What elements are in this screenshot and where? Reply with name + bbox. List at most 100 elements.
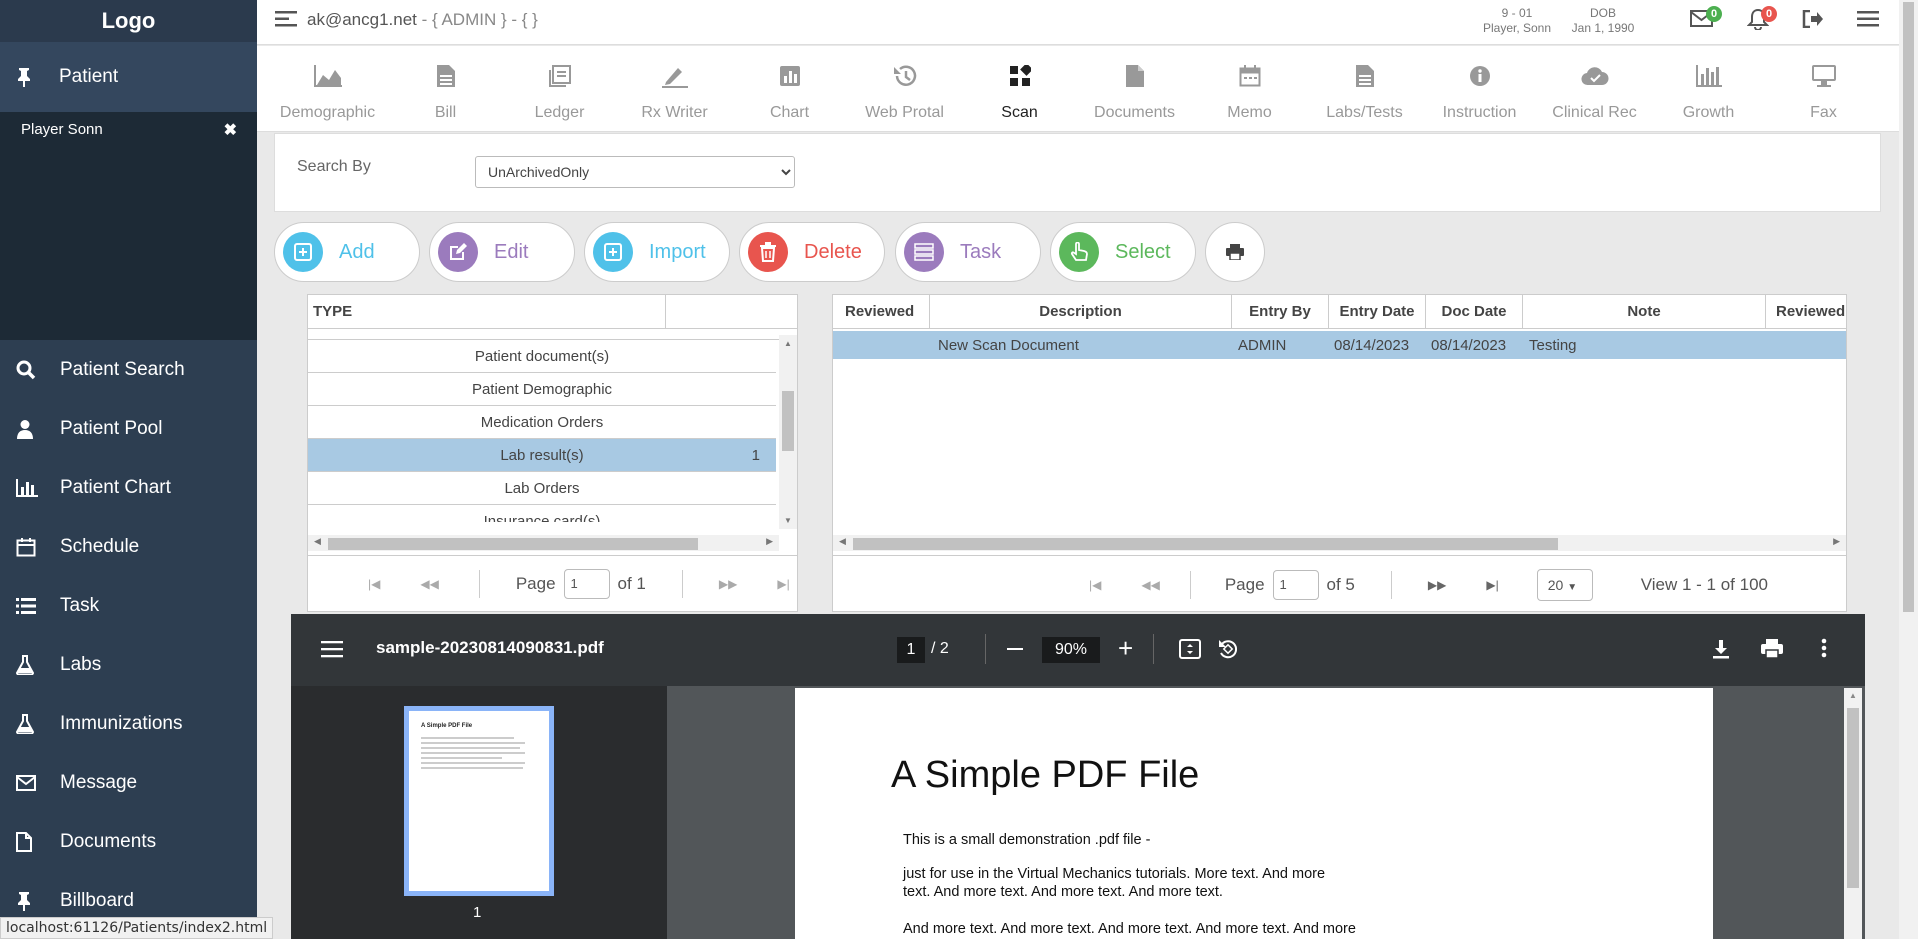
scroll-right-arrow-icon[interactable]: ▶	[766, 536, 773, 547]
prev-page-icon[interactable]: ◀◀	[1141, 578, 1159, 592]
logout-icon[interactable]	[1802, 10, 1824, 28]
document-grid-horizontal-scrollbar[interactable]: ◀ ▶	[833, 535, 1846, 551]
hamburger-menu-icon[interactable]	[275, 10, 297, 28]
more-options-icon[interactable]	[1821, 638, 1827, 658]
next-page-icon[interactable]: ▶▶	[719, 577, 737, 591]
tab-fax[interactable]: Fax	[1766, 60, 1881, 122]
type-row-selected[interactable]: Lab result(s) 1	[308, 439, 776, 472]
type-grid-vertical-scrollbar[interactable]: ▲ ▼	[779, 335, 797, 529]
tab-documents[interactable]: Documents	[1077, 60, 1192, 122]
type-column-header[interactable]: TYPE	[308, 295, 666, 328]
scroll-up-arrow-icon[interactable]: ▲	[784, 339, 792, 348]
pdf-page-input[interactable]: 1	[897, 637, 925, 663]
sidebar-item-task[interactable]: Task	[0, 576, 257, 635]
zoom-out-icon[interactable]	[1007, 648, 1023, 650]
pdf-menu-icon[interactable]	[321, 640, 343, 658]
prev-page-icon[interactable]: ◀◀	[420, 577, 438, 591]
last-page-icon[interactable]: ▶|	[777, 577, 789, 591]
user-icon	[16, 417, 44, 441]
sidebar-item-patient-chart[interactable]: Patient Chart	[0, 458, 257, 517]
print-button[interactable]	[1205, 222, 1265, 282]
tab-rx-writer[interactable]: Rx Writer	[617, 60, 732, 122]
tab-instruction[interactable]: Instruction	[1422, 60, 1537, 122]
fit-page-icon[interactable]	[1179, 639, 1201, 659]
sidebar-item-schedule[interactable]: Schedule	[0, 517, 257, 576]
pdf-zoom-input[interactable]: 90%	[1042, 637, 1100, 663]
type-grid-horizontal-scrollbar[interactable]: ◀ ▶	[308, 535, 779, 551]
col-header-entry-date[interactable]: Entry Date	[1329, 295, 1426, 328]
mail-button[interactable]: 0	[1690, 6, 1722, 28]
task-button[interactable]: Task	[895, 222, 1041, 282]
pdf-vertical-scrollbar[interactable]: ▲	[1844, 688, 1862, 939]
info-icon	[1422, 60, 1537, 92]
tab-demographic[interactable]: Demographic	[270, 60, 385, 122]
import-button[interactable]: Import	[584, 222, 730, 282]
menu-icon[interactable]	[1857, 10, 1879, 28]
scroll-thumb[interactable]	[1847, 708, 1859, 888]
tab-bill[interactable]: Bill	[388, 60, 503, 122]
open-patient-name[interactable]: Player Sonn	[21, 121, 103, 138]
tab-memo[interactable]: Memo	[1192, 60, 1307, 122]
scroll-up-arrow-icon[interactable]: ▲	[1849, 691, 1857, 700]
scroll-right-arrow-icon[interactable]: ▶	[1833, 536, 1840, 547]
type-row[interactable]: Medication Orders	[308, 406, 776, 439]
next-page-icon[interactable]: ▶▶	[1428, 578, 1446, 592]
search-by-select[interactable]: UnArchivedOnly	[475, 156, 795, 188]
first-page-icon[interactable]: |◀	[1089, 578, 1101, 592]
col-header-reviewed[interactable]: Reviewed	[833, 295, 930, 328]
pdf-thumbnail-page-1[interactable]: A Simple PDF File	[404, 706, 554, 896]
close-icon[interactable]: ✖	[224, 120, 237, 140]
type-row[interactable]: Lab Orders	[308, 472, 776, 505]
pen-icon	[617, 60, 732, 92]
sidebar-item-documents[interactable]: Documents	[0, 812, 257, 871]
add-button[interactable]: Add	[274, 222, 420, 282]
page-input[interactable]: 1	[1272, 570, 1319, 600]
rotate-icon[interactable]	[1217, 638, 1239, 660]
col-header-entry-by[interactable]: Entry By	[1232, 295, 1329, 328]
col-header-note[interactable]: Note	[1523, 295, 1766, 328]
first-page-icon[interactable]: |◀	[368, 577, 380, 591]
scroll-left-arrow-icon[interactable]: ◀	[314, 536, 321, 547]
print-icon[interactable]	[1761, 639, 1783, 659]
sidebar-item-patient-pool[interactable]: Patient Pool	[0, 399, 257, 458]
tab-clinical-rec[interactable]: Clinical Rec	[1537, 60, 1652, 122]
flask-icon	[16, 653, 44, 677]
sidebar-item-message[interactable]: Message	[0, 753, 257, 812]
zoom-in-icon[interactable]: +	[1118, 633, 1133, 663]
scroll-thumb[interactable]	[1903, 2, 1914, 612]
sidebar-item-immunizations[interactable]: Immunizations	[0, 694, 257, 753]
sidebar-item-patient-search[interactable]: Patient Search	[0, 340, 257, 399]
page-size-select[interactable]: 20 ▼	[1536, 569, 1593, 601]
col-header-reviewed-2[interactable]: Reviewed	[1766, 295, 1846, 328]
page-input[interactable]: 1	[563, 569, 610, 599]
page-size-value: 20	[1547, 577, 1564, 593]
type-row[interactable]: Patient document(s)	[308, 340, 776, 373]
pdf-line: just for use in the Virtual Mechanics tu…	[903, 866, 1326, 882]
sidebar-item-patient[interactable]: Patient	[0, 42, 257, 112]
scroll-thumb[interactable]	[328, 538, 698, 550]
scroll-thumb[interactable]	[853, 538, 1558, 550]
notification-button[interactable]: 0	[1747, 6, 1777, 30]
last-page-icon[interactable]: ▶|	[1486, 578, 1498, 592]
tab-growth[interactable]: Growth	[1651, 60, 1766, 122]
pdf-toolbar: sample-20230814090831.pdf 1 / 2 90% +	[291, 614, 1865, 686]
scroll-down-arrow-icon[interactable]: ▼	[784, 516, 792, 525]
sidebar-item-labs[interactable]: Labs	[0, 635, 257, 694]
tab-scan[interactable]: Scan	[962, 60, 1077, 122]
tab-web-protal[interactable]: Web Protal	[847, 60, 962, 122]
document-row[interactable]: New Scan Document ADMIN 08/14/2023 08/14…	[833, 331, 1846, 359]
type-row[interactable]: Patient Demographic	[308, 373, 776, 406]
tab-ledger[interactable]: Ledger	[502, 60, 617, 122]
tab-chart[interactable]: Chart	[732, 60, 847, 122]
scroll-left-arrow-icon[interactable]: ◀	[839, 536, 846, 547]
col-header-description[interactable]: Description	[930, 295, 1232, 328]
download-icon[interactable]	[1712, 639, 1730, 659]
delete-button[interactable]: Delete	[739, 222, 885, 282]
page-vertical-scrollbar[interactable]	[1899, 0, 1918, 939]
edit-button[interactable]: Edit	[429, 222, 575, 282]
select-button[interactable]: Select	[1050, 222, 1196, 282]
tab-labs-tests[interactable]: Labs/Tests	[1307, 60, 1422, 122]
scroll-thumb[interactable]	[782, 391, 794, 451]
type-row[interactable]: Insurance card(s)	[308, 505, 776, 523]
col-header-doc-date[interactable]: Doc Date	[1426, 295, 1523, 328]
